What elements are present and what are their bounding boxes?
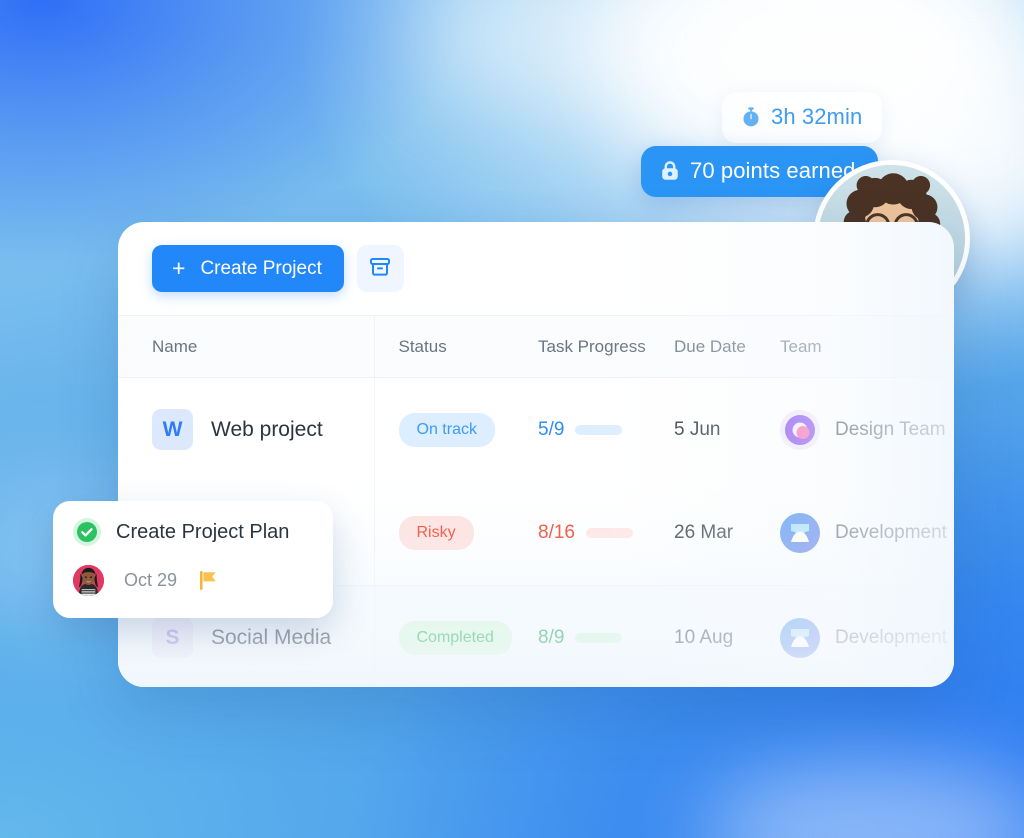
progress-cell: 8/9 bbox=[520, 586, 660, 688]
create-project-button[interactable]: + Create Project bbox=[152, 245, 344, 292]
medal-icon bbox=[659, 160, 681, 182]
progress-bar bbox=[585, 528, 633, 539]
team-name: Development bbox=[835, 522, 947, 544]
due-date-cell: 10 Aug bbox=[660, 586, 766, 688]
project-name: Web project bbox=[211, 417, 323, 441]
flag-icon[interactable] bbox=[200, 571, 217, 590]
due-date: 10 Aug bbox=[674, 626, 734, 648]
development-team-avatar bbox=[780, 513, 820, 554]
due-date: 5 Jun bbox=[674, 418, 721, 440]
create-project-label: Create Project bbox=[200, 257, 322, 279]
cloud-decoration bbox=[420, 0, 680, 110]
project-initial-avatar: S bbox=[152, 617, 193, 659]
team-cell: Design Team bbox=[766, 378, 954, 482]
status-cell: Risky bbox=[374, 482, 520, 586]
status-cell: On track bbox=[374, 378, 520, 482]
progress-fraction: 8/16 bbox=[538, 522, 575, 544]
project-name-cell: W Web project bbox=[118, 377, 375, 482]
panel-toolbar: + Create Project bbox=[118, 222, 954, 315]
time-tracked-label: 3h 32min bbox=[771, 104, 863, 129]
progress-cell: 8/16 bbox=[520, 482, 660, 586]
status-badge: On track bbox=[398, 412, 495, 447]
due-date-cell: 26 Mar bbox=[660, 482, 766, 586]
screenshot-root: 3h 32min 70 points earned + Create Proje… bbox=[0, 0, 1024, 838]
team-name: Development bbox=[835, 626, 947, 648]
table-row[interactable]: W Web project On track 5/9 5 Jun Design … bbox=[118, 377, 954, 482]
stopwatch-icon bbox=[740, 106, 762, 128]
time-tracked-badge: 3h 32min bbox=[722, 92, 883, 143]
team-cell: Development bbox=[766, 586, 954, 688]
team-cell: Development bbox=[766, 482, 954, 586]
archive-button[interactable] bbox=[356, 245, 404, 292]
column-header-team: Team bbox=[766, 315, 954, 378]
task-card-title-row: Create Project Plan bbox=[73, 518, 313, 546]
team-name: Design Team bbox=[835, 418, 946, 440]
table-header: Name Status Task Progress Due Date Team bbox=[118, 315, 954, 378]
column-header-progress: Task Progress bbox=[520, 315, 660, 378]
points-earned-label: 70 points earned bbox=[690, 158, 856, 183]
design-team-avatar bbox=[780, 409, 820, 450]
status-badge: Risky bbox=[398, 516, 474, 551]
progress-fraction: 5/9 bbox=[538, 418, 565, 440]
task-card[interactable]: Create Project Plan Oct 29 bbox=[53, 501, 333, 618]
project-name: Social Media bbox=[211, 625, 332, 649]
column-header-due-date: Due Date bbox=[660, 315, 766, 378]
status-badge: Completed bbox=[398, 620, 512, 655]
progress-bar bbox=[575, 632, 623, 643]
task-card-title: Create Project Plan bbox=[116, 520, 290, 543]
plus-icon: + bbox=[172, 255, 186, 281]
project-initial-avatar: W bbox=[152, 409, 193, 451]
user-avatar bbox=[73, 565, 104, 596]
progress-bar bbox=[575, 424, 623, 435]
cloud-decoration bbox=[700, 760, 1024, 838]
task-card-meta-row: Oct 29 bbox=[73, 565, 313, 596]
due-date: 26 Mar bbox=[674, 522, 734, 544]
due-date-cell: 5 Jun bbox=[660, 378, 766, 482]
progress-cell: 5/9 bbox=[520, 378, 660, 482]
task-card-date: Oct 29 bbox=[124, 570, 178, 590]
progress-fraction: 8/9 bbox=[538, 626, 565, 648]
development-team-avatar bbox=[780, 617, 820, 658]
status-cell: Completed bbox=[374, 586, 520, 688]
archive-icon bbox=[368, 255, 392, 282]
column-header-status: Status bbox=[374, 315, 520, 378]
column-header-name: Name bbox=[118, 315, 375, 378]
check-circle-icon[interactable] bbox=[73, 518, 101, 546]
